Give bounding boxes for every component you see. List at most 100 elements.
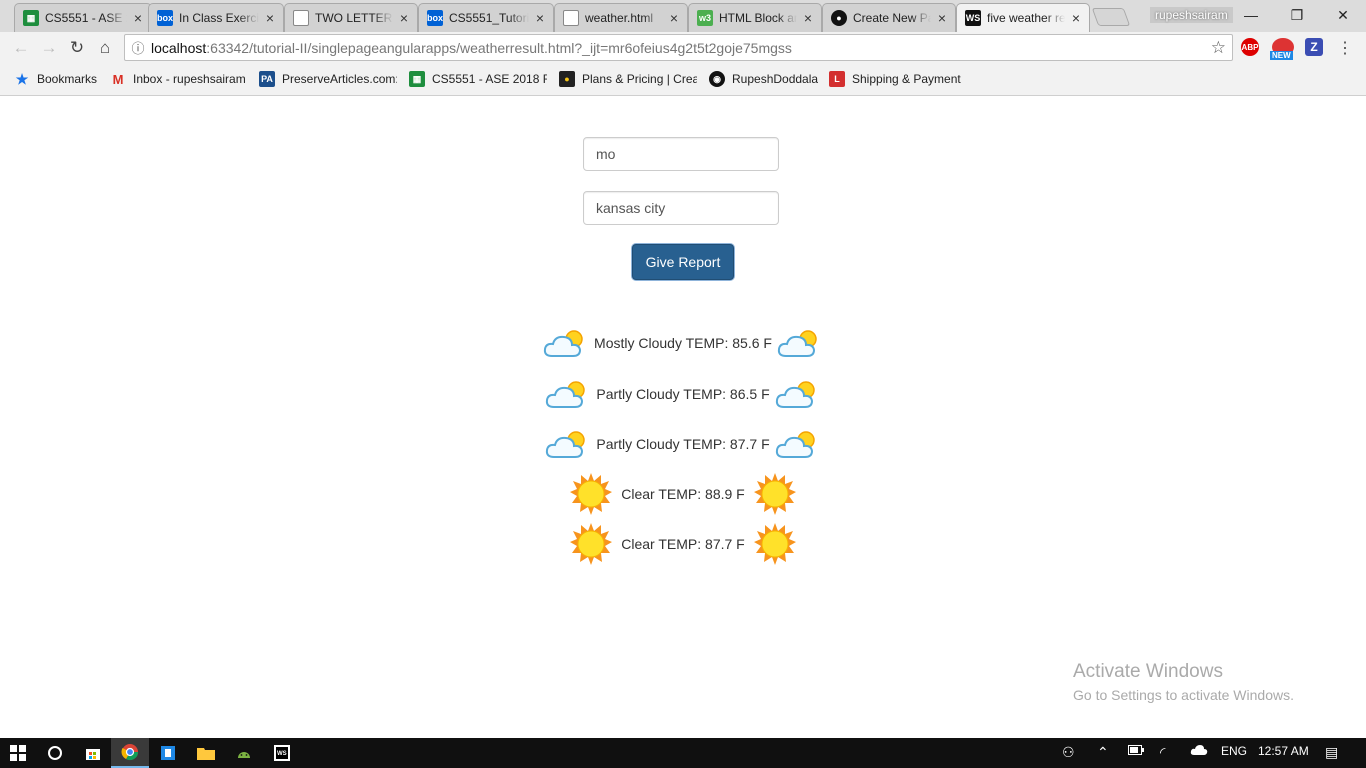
address-bar[interactable]: ⓘ localhost:63342/tutorial-II/singlepage…: [124, 34, 1233, 61]
chrome-icon[interactable]: [111, 738, 149, 768]
close-icon[interactable]: ×: [533, 10, 547, 26]
forecast-text: Partly Cloudy TEMP: 87.7 F: [596, 436, 770, 452]
adblock-icon[interactable]: ABP: [1241, 38, 1259, 56]
reload-icon[interactable]: ↻: [65, 36, 89, 60]
back-icon[interactable]: ←: [9, 36, 33, 60]
partly-cloudy-icon: [776, 326, 824, 360]
new-badge: NEW: [1270, 51, 1293, 60]
bookmark-item[interactable]: ◉ RupeshDoddala: [709, 70, 821, 88]
close-icon[interactable]: ×: [667, 10, 681, 26]
url-path: :63342/tutorial-II/singlepageangularapps…: [206, 39, 792, 56]
document-icon: [563, 10, 579, 26]
forecast-row: Clear TEMP: 87.7 F: [0, 522, 1366, 566]
bookmark-item[interactable]: ● Plans & Pricing | Crea: [559, 70, 697, 88]
forecast-row: Clear TEMP: 88.9 F: [0, 472, 1366, 516]
close-icon[interactable]: ×: [397, 10, 411, 26]
w3-icon: w3: [697, 10, 713, 26]
document-icon: [293, 10, 309, 26]
tab-in-class-exercise[interactable]: box In Class Exercise ×: [148, 3, 284, 32]
forecast-text: Mostly Cloudy TEMP: 85.6 F: [594, 335, 772, 351]
onedrive-icon[interactable]: [1190, 744, 1208, 759]
forecast-row: Mostly Cloudy TEMP: 85.6 F: [0, 323, 1366, 363]
profile-button[interactable]: rupeshsairam: [1150, 7, 1233, 23]
cortana-icon[interactable]: [36, 738, 74, 768]
sun-icon: [753, 522, 797, 566]
watermark-title: Activate Windows: [1073, 661, 1223, 682]
bulb-icon: ●: [559, 71, 575, 87]
svg-text:WS: WS: [277, 751, 287, 757]
android-studio-icon[interactable]: [225, 738, 263, 768]
action-center-icon[interactable]: ▤: [1325, 744, 1338, 761]
sheets-icon: ▦: [409, 71, 425, 87]
forecast-text: Partly Cloudy TEMP: 86.5 F: [596, 386, 770, 402]
webstorm-icon[interactable]: WS: [263, 738, 301, 768]
tab-html-block[interactable]: w3 HTML Block and ×: [688, 3, 822, 32]
close-window-icon[interactable]: ✕: [1320, 0, 1366, 30]
show-hidden-icons[interactable]: ⌃: [1097, 744, 1109, 761]
home-icon[interactable]: ⌂: [93, 36, 117, 60]
tab-create-new-page[interactable]: ● Create New Page ×: [822, 3, 956, 32]
partly-cloudy-icon: [544, 427, 592, 461]
battery-icon[interactable]: [1128, 744, 1144, 758]
tab-weather-html[interactable]: weather.html ×: [554, 3, 688, 32]
partly-cloudy-icon: [542, 326, 590, 360]
zotero-icon[interactable]: Z: [1305, 38, 1323, 56]
clock[interactable]: 12:57 AM: [1258, 744, 1309, 758]
bookmark-item[interactable]: ▦ CS5551 - ASE 2018 Fa: [409, 70, 547, 88]
tab-title: TWO LETTER STATE: [315, 11, 393, 25]
people-icon[interactable]: ⚇: [1062, 744, 1075, 761]
tab-cs5551-tutorial[interactable]: box CS5551_Tutorial ×: [418, 3, 554, 32]
box-icon: box: [427, 10, 443, 26]
restore-icon[interactable]: ❐: [1274, 0, 1320, 30]
info-icon[interactable]: ⓘ: [125, 38, 151, 57]
sun-icon: [569, 472, 613, 516]
language-indicator[interactable]: ENG: [1221, 744, 1247, 758]
url-host: localhost: [151, 39, 207, 56]
minimize-icon[interactable]: —: [1228, 0, 1274, 30]
bookmark-item[interactable]: M Inbox - rupeshsairam: [110, 70, 246, 88]
tab-strip: ▦ CS5551 - ASE 2018 Fall × box In Class …: [0, 0, 1366, 32]
browser-toolbar: ← → ↻ ⌂ ⓘ localhost:63342/tutorial-II/si…: [0, 32, 1366, 63]
tab-title: weather.html: [585, 11, 654, 25]
preservearticles-icon: PA: [259, 71, 275, 87]
tab-title: In Class Exercise: [179, 11, 259, 25]
city-input[interactable]: [583, 191, 779, 225]
close-icon[interactable]: ×: [801, 10, 815, 26]
bookmark-item[interactable]: PA PreserveArticles.com:: [259, 70, 397, 88]
bookmark-item[interactable]: ★ Bookmarks: [14, 70, 100, 88]
partly-cloudy-icon: [544, 377, 592, 411]
tab-two-letter-state[interactable]: TWO LETTER STATE ×: [284, 3, 418, 32]
store-icon[interactable]: [74, 738, 112, 768]
activate-windows-watermark: Activate Windows Go to Settings to activ…: [1073, 661, 1294, 703]
visual-studio-icon[interactable]: [149, 738, 187, 768]
state-input[interactable]: [583, 137, 779, 171]
close-icon[interactable]: ×: [1069, 10, 1083, 26]
tab-title: CS5551_Tutorial: [449, 11, 529, 25]
close-icon[interactable]: ×: [263, 10, 277, 26]
give-report-button[interactable]: Give Report: [632, 244, 734, 280]
tab-title: CS5551 - ASE 2018 Fall: [45, 11, 127, 25]
close-icon[interactable]: ×: [935, 10, 949, 26]
github-icon: ●: [831, 10, 847, 26]
forecast-row: Partly Cloudy TEMP: 87.7 F: [0, 424, 1366, 464]
menu-icon[interactable]: ⋮: [1333, 36, 1357, 60]
new-tab-button[interactable]: [1091, 8, 1131, 26]
close-icon[interactable]: ×: [131, 10, 145, 26]
wifi-icon[interactable]: ◜: [1160, 744, 1165, 761]
tab-five-weather-report[interactable]: WS five weather report ×: [956, 3, 1090, 32]
file-explorer-icon[interactable]: [187, 738, 225, 768]
tab-cs5551-sheet[interactable]: ▦ CS5551 - ASE 2018 Fall ×: [14, 3, 152, 32]
github-icon: ◉: [709, 71, 725, 87]
tab-title: Create New Page: [853, 11, 931, 25]
windows-start-icon[interactable]: [0, 738, 36, 768]
forward-icon[interactable]: →: [37, 36, 61, 60]
sun-icon: [753, 472, 797, 516]
forecast-text: Clear TEMP: 88.9 F: [621, 486, 745, 502]
bookmark-item[interactable]: L Shipping & Payment: [829, 70, 969, 88]
windows-taskbar: WS ⚇ ⌃ ◜ ENG 12:57 AM ▤: [0, 738, 1366, 768]
forecast-row: Partly Cloudy TEMP: 86.5 F: [0, 374, 1366, 414]
page-content: Give Report Mostly Cloudy TEMP: 85.6 F P…: [0, 97, 1366, 738]
tab-title: five weather report: [987, 11, 1065, 25]
bookmarks-bar: ★ Bookmarks M Inbox - rupeshsairam PA Pr…: [0, 63, 1366, 96]
bookmark-star-icon[interactable]: ☆: [1211, 38, 1226, 58]
